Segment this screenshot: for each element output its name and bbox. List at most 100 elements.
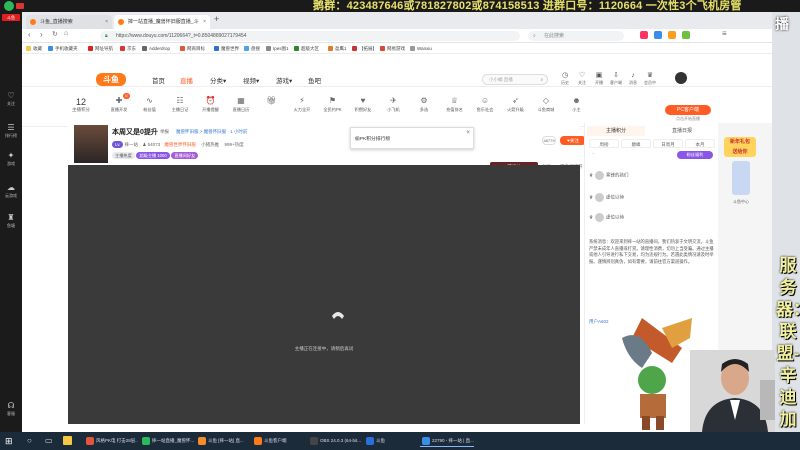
bookmark-item[interactable]: 魔兽世界	[214, 43, 239, 54]
category-item[interactable]: ♥ 积攒好友	[350, 95, 376, 113]
reload-icon[interactable]: ↻	[52, 30, 58, 38]
category-item[interactable]: ⚑ 全民钓PK	[320, 95, 346, 113]
nav-video[interactable]: 视频▾	[243, 75, 259, 85]
streamer-avatar[interactable]	[74, 125, 108, 163]
bookmark-item[interactable]: 超级大区	[294, 43, 319, 54]
close-icon[interactable]: ×	[105, 15, 108, 29]
task-view-icon[interactable]: ▭	[45, 436, 53, 446]
site-search-input[interactable]: 小小橘 直播 ⌕	[482, 74, 548, 85]
category-item[interactable]: ➶ 火箭升级	[503, 95, 529, 113]
bookmark-item[interactable]: 网址导航	[88, 43, 113, 54]
bookmark-item[interactable]: 【拓展】	[352, 43, 377, 54]
user-avatar[interactable]	[675, 72, 687, 84]
rail-item[interactable]: ✦ 游戏	[0, 150, 22, 174]
douyu-logo[interactable]: 斗鱼	[96, 73, 126, 86]
new-tab-button[interactable]: +	[214, 14, 219, 24]
bookmark-item[interactable]: 网易游戏	[380, 43, 405, 54]
bookmark-item[interactable]: Wanxiu	[410, 43, 432, 54]
sub-tab[interactable]: 巅峰	[621, 139, 651, 148]
explorer-icon[interactable]	[63, 436, 72, 445]
tab-stream[interactable]: 摔一站直播_魔兽怀旧服直播_斗 ×	[114, 15, 210, 29]
bookmark-item[interactable]: 盘搜	[244, 43, 260, 54]
bookmark-item[interactable]: Adderdrop	[142, 43, 170, 54]
category-item[interactable]: ☺ 鱼乐社会	[472, 95, 498, 113]
taskbar-item[interactable]: OBS 24.0.3 (64-bit...	[308, 435, 362, 447]
douyu-mini-logo[interactable]: 斗鱼	[2, 14, 20, 21]
meta-line[interactable]: 魔兽怀旧服 > 魔兽怀旧服 · 1 小时前	[176, 129, 247, 135]
category-item[interactable]: ♕ 充值排名	[442, 95, 468, 113]
follow-button[interactable]: ♥关注	[560, 136, 586, 145]
tab-points[interactable]: 主播积分	[587, 126, 645, 136]
forward-icon[interactable]: ›	[40, 30, 43, 39]
pill-super[interactable]: 超级主播 1000	[136, 152, 170, 159]
home-icon[interactable]: ⌂	[64, 30, 68, 37]
rail-item[interactable]: ☰ 排行榜	[0, 122, 22, 146]
extension-icon[interactable]	[668, 31, 676, 39]
taskbar-item[interactable]: 斗鱼客户端	[252, 435, 306, 447]
bookmark-item[interactable]: 手机收藏夹	[48, 43, 78, 54]
search-icon[interactable]: ○	[27, 436, 32, 446]
windows-start-icon[interactable]: ⊞	[5, 436, 13, 446]
taskbar-item[interactable]: 斗鱼	[364, 435, 418, 447]
rail-item[interactable]: ♡ 关注	[0, 90, 22, 114]
extension-icon[interactable]	[640, 31, 648, 39]
browser-search-input[interactable]: ⌕ 在此搜索	[528, 31, 624, 41]
category-item[interactable]: ⚙ 多选	[411, 95, 437, 113]
menu-icon[interactable]: ≡	[722, 29, 727, 38]
category-item[interactable]: ◇ 斗鱼商城	[533, 95, 559, 113]
header-bell[interactable]: ♪ 消息	[626, 71, 640, 86]
taskbar-item[interactable]: 斗鱼 [摔一站] 直...	[196, 435, 250, 447]
taskbar-item[interactable]: 22790 - 摔一站 | 直...	[420, 435, 474, 447]
bookmark-item[interactable]: 网商目标	[180, 43, 205, 54]
search-icon[interactable]: ⌕	[540, 75, 543, 85]
category-item[interactable]: ⚡ 火力全开	[289, 95, 315, 113]
fan-welfare-button[interactable]: 粉丝福利	[677, 151, 713, 159]
taskbar-item[interactable]: 风格PK电 打击28层...	[84, 435, 138, 447]
extension-icon[interactable]	[682, 31, 690, 39]
bookmark-item[interactable]: Ipes图1	[266, 43, 289, 54]
promo-bottle[interactable]	[732, 161, 750, 195]
header-heart[interactable]: ♡ 关注	[575, 71, 589, 86]
category-item[interactable]: ☻ 小主	[564, 95, 590, 113]
promo-badge[interactable]: 新年礼包 送给你	[724, 137, 756, 157]
tab-search[interactable]: 斗鱼_直播搜索 ×	[26, 15, 112, 29]
report-link[interactable]: 举报	[160, 129, 169, 135]
category-item[interactable]: ∿ 粉丝值	[137, 95, 163, 113]
pill-heat[interactable]: 主播热度	[112, 152, 135, 159]
category-item[interactable]: ⏰ 开播提醒	[198, 95, 224, 113]
nav-live[interactable]: 直播	[180, 75, 193, 85]
pc-client-button[interactable]: PC客户端	[665, 105, 711, 115]
address-input[interactable]: 🔒︎ https://www.douyu.com/1120664?_t=0.85…	[100, 31, 520, 41]
rank-row[interactable]: ♛ 虚位以待	[589, 213, 624, 225]
streamer-name[interactable]: 摔一站	[125, 142, 139, 147]
pill-friends[interactable]: 直播间好友	[171, 152, 199, 159]
close-icon[interactable]: ×	[466, 130, 470, 136]
sub-tab[interactable]: 本月	[685, 139, 715, 148]
tab-daily[interactable]: 直播日报	[651, 126, 713, 136]
video-player[interactable]: 主播正在连接中，请稍后再试	[68, 165, 580, 424]
nav-category[interactable]: 分类▾	[210, 75, 226, 85]
points-counter[interactable]: 12 主播积分	[72, 97, 90, 113]
taskbar-item[interactable]: 摔一站直播_魔兽怀...	[140, 435, 194, 447]
category-item[interactable]: ☷ 主播日记	[167, 95, 193, 113]
rank-row[interactable]: ♛ 寒锋的孩们	[589, 171, 629, 183]
rail-item[interactable]: ♜ 鱼塘	[0, 212, 22, 236]
bookmark-item[interactable]: 收藏	[26, 43, 42, 54]
rank-row[interactable]: ♛ 虚位以待	[589, 193, 624, 205]
header-clock[interactable]: ◷ 历史	[558, 71, 572, 86]
sub-tab[interactable]: 周榜	[589, 139, 619, 148]
header-camera[interactable]: ▣ 开播	[592, 71, 606, 86]
back-icon[interactable]: ‹	[28, 30, 31, 39]
chat-user-line[interactable]: 用户A602	[589, 319, 609, 325]
category-item[interactable]: ▦ 直播日历	[228, 95, 254, 113]
nav-home[interactable]: 首页	[152, 75, 165, 85]
rail-item[interactable]: ☊ 客服	[0, 400, 22, 424]
header-download[interactable]: ⇩ 客户端	[609, 71, 623, 86]
category-tag[interactable]: 魔兽世界怀旧服	[164, 142, 196, 147]
bookmark-item[interactable]: 盈鹰1	[328, 43, 347, 54]
bookmark-item[interactable]: 京东	[120, 43, 136, 54]
nav-game[interactable]: 游戏▾	[276, 75, 292, 85]
extension-icon[interactable]	[654, 31, 662, 39]
close-icon[interactable]: ×	[203, 15, 206, 29]
category-item[interactable]: 🎁︎	[259, 95, 285, 107]
